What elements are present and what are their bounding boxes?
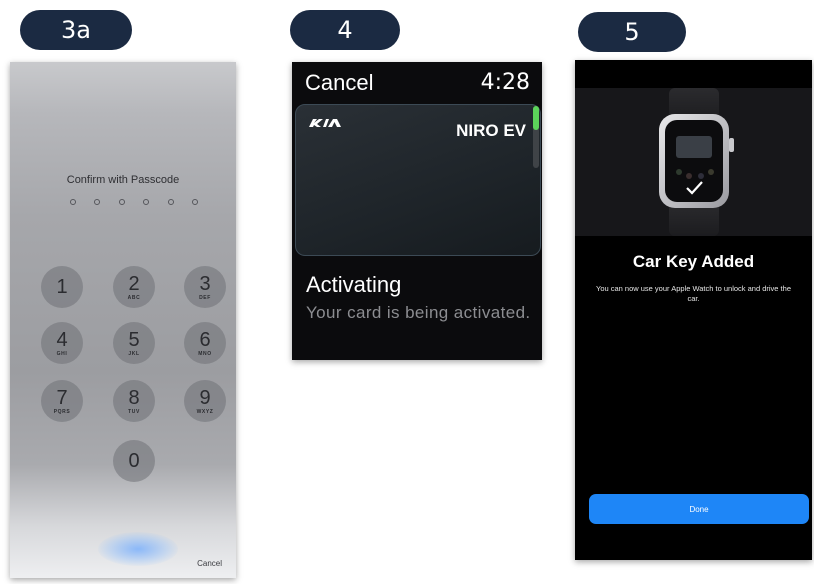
key-digit: 6 (199, 328, 211, 351)
keypad-key-9[interactable]: 9 WXYZ (184, 380, 226, 422)
key-digit: 8 (128, 386, 140, 409)
passcode-dot (70, 199, 76, 205)
keypad-key-2[interactable]: 2 ABC (113, 266, 155, 308)
success-description: You can now use your Apple Watch to unlo… (596, 284, 791, 303)
scroll-indicator-thumb (533, 106, 539, 130)
keypad-key-7[interactable]: 7 PQRS (41, 380, 83, 422)
done-button[interactable]: Done (589, 494, 809, 524)
key-letters: PQRS (53, 408, 71, 415)
step-label-5: 5 (578, 12, 686, 52)
passcode-dot (118, 199, 125, 205)
key-digit: 0 (128, 450, 140, 472)
passcode-dots (70, 199, 198, 209)
card-name: NIRO EV (456, 121, 526, 140)
keypad-key-0[interactable]: 0 (113, 440, 155, 482)
key-digit: 3 (199, 272, 211, 295)
car-key-card: NIRO EV (295, 104, 541, 256)
success-title: Car Key Added (632, 252, 755, 271)
key-letters: ABC (127, 294, 141, 301)
step-label-4: 4 (290, 10, 400, 50)
car-key-added-screen: Car Key Added You can now use your Apple… (575, 60, 812, 560)
passcode-screen: Confirm with Passcode 1 2 ABC 3 DEF 4 GH… (10, 62, 236, 578)
watch-cancel-button[interactable]: Cancel (305, 70, 373, 96)
key-digit: 5 (128, 328, 140, 351)
watch-time: 4:28 (480, 70, 530, 95)
passcode-cancel-button[interactable]: Cancel (197, 559, 222, 568)
touch-highlight (98, 532, 178, 566)
key-letters: JKL (128, 350, 140, 357)
key-digit: 9 (199, 386, 211, 409)
watch-activating-screen: Cancel 4:28 NIRO EV Activating Your card… (292, 62, 542, 360)
keypad-key-5[interactable]: 5 JKL (113, 322, 155, 364)
passcode-dot (167, 199, 174, 205)
keypad-key-3[interactable]: 3 DEF (184, 266, 226, 308)
activation-status-description: Your card is being activated. (306, 303, 531, 322)
passcode-dot (191, 199, 198, 205)
passcode-title: Confirm with Passcode (66, 174, 180, 186)
apple-watch-icon (659, 88, 734, 236)
keypad-key-1[interactable]: 1 (41, 266, 83, 308)
keypad-key-4[interactable]: 4 GHI (41, 322, 83, 364)
activation-status-title: Activating (306, 272, 402, 297)
step-label-3a: 3a (20, 10, 132, 50)
key-digit: 7 (56, 386, 68, 409)
key-letters: DEF (199, 294, 211, 301)
keypad-key-8[interactable]: 8 TUV (113, 380, 155, 422)
key-letters: MNO (198, 350, 212, 357)
key-digit: 4 (56, 328, 68, 351)
key-digit: 1 (56, 276, 68, 298)
keypad-key-6[interactable]: 6 MNO (184, 322, 226, 364)
key-letters: TUV (128, 408, 140, 415)
passcode-dot (94, 199, 101, 205)
key-letters: GHI (56, 350, 68, 357)
passcode-dot (143, 199, 150, 205)
key-digit: 2 (128, 272, 140, 295)
kia-logo-icon (309, 119, 341, 127)
watch-illustration (575, 88, 812, 236)
key-letters: WXYZ (196, 408, 214, 415)
